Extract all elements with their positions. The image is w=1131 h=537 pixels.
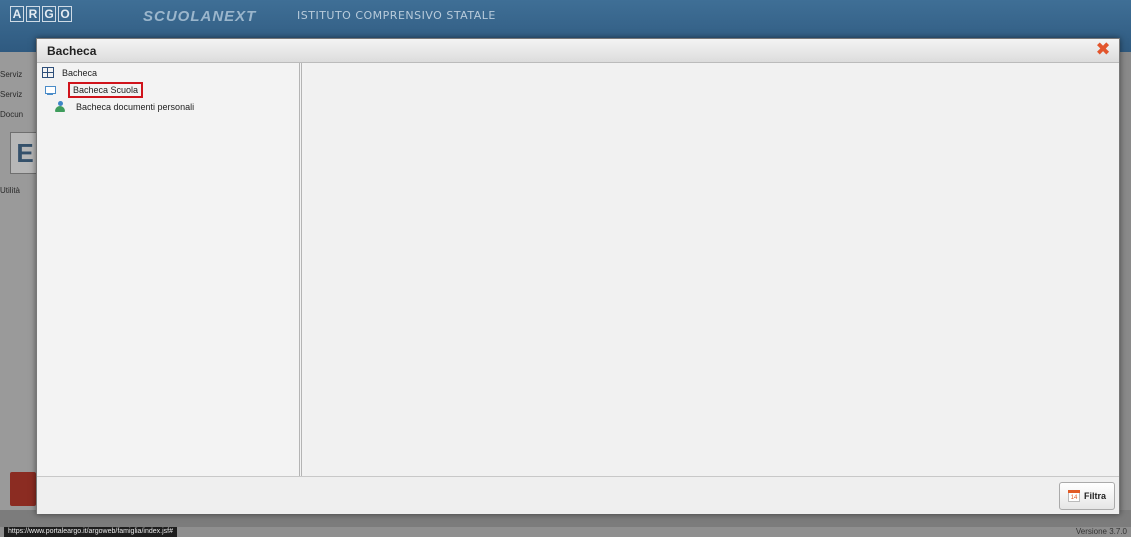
logo-letter: A bbox=[10, 6, 24, 22]
dialog-titlebar[interactable]: Bacheca ✖ bbox=[37, 39, 1119, 63]
tree-item-label: Bacheca bbox=[62, 67, 98, 78]
dialog-footer: 14 Filtra bbox=[37, 476, 1119, 514]
board-icon bbox=[44, 85, 56, 95]
dialog-title: Bacheca bbox=[47, 44, 97, 58]
sidebar-label[interactable]: Utilità bbox=[0, 186, 20, 195]
school-name: ISTITUTO COMPRENSIVO STATALE bbox=[297, 9, 496, 22]
version-label: Versione 3.7.0 bbox=[1075, 527, 1127, 536]
sidebar-label[interactable]: Serviz bbox=[0, 90, 22, 99]
bacheca-dialog: Bacheca ✖ Bacheca Bacheca Scuola Bacheca… bbox=[36, 38, 1120, 514]
tree-item-bacheca-documenti-personali[interactable]: Bacheca documenti personali bbox=[54, 101, 194, 112]
status-url: https://www.portaleargo.it/argoweb/famig… bbox=[4, 527, 177, 537]
logo-letter: O bbox=[58, 6, 72, 22]
person-document-icon bbox=[54, 101, 66, 112]
argo-logo: A R G O bbox=[10, 6, 72, 22]
brand-name: SCUOLANEXT bbox=[143, 8, 257, 25]
sidebar-label[interactable]: Serviz bbox=[0, 70, 22, 79]
filter-label: Filtra bbox=[1083, 491, 1106, 501]
app-sidebar: Serviz Serviz Docun Utilità bbox=[0, 52, 40, 522]
filter-button[interactable]: 14 Filtra bbox=[1059, 482, 1115, 510]
close-icon[interactable]: ✖ bbox=[1095, 41, 1111, 59]
grid-icon bbox=[42, 67, 54, 78]
exit-tile[interactable] bbox=[10, 472, 36, 506]
logo-letter: G bbox=[42, 6, 56, 22]
tree-item-bacheca[interactable]: Bacheca bbox=[42, 67, 97, 78]
tree-panel: Bacheca Bacheca Scuola Bacheca documenti… bbox=[38, 63, 302, 476]
logo-letter: R bbox=[26, 6, 40, 22]
tree-item-label: Bacheca Scuola bbox=[67, 82, 144, 98]
calendar-icon: 14 bbox=[1067, 490, 1080, 502]
content-panel bbox=[305, 63, 1119, 476]
sidebar-label[interactable]: Docun bbox=[0, 110, 23, 119]
tree-item-bacheca-scuola[interactable]: Bacheca Scuola bbox=[44, 82, 144, 98]
tree-item-label: Bacheca documenti personali bbox=[76, 101, 195, 112]
